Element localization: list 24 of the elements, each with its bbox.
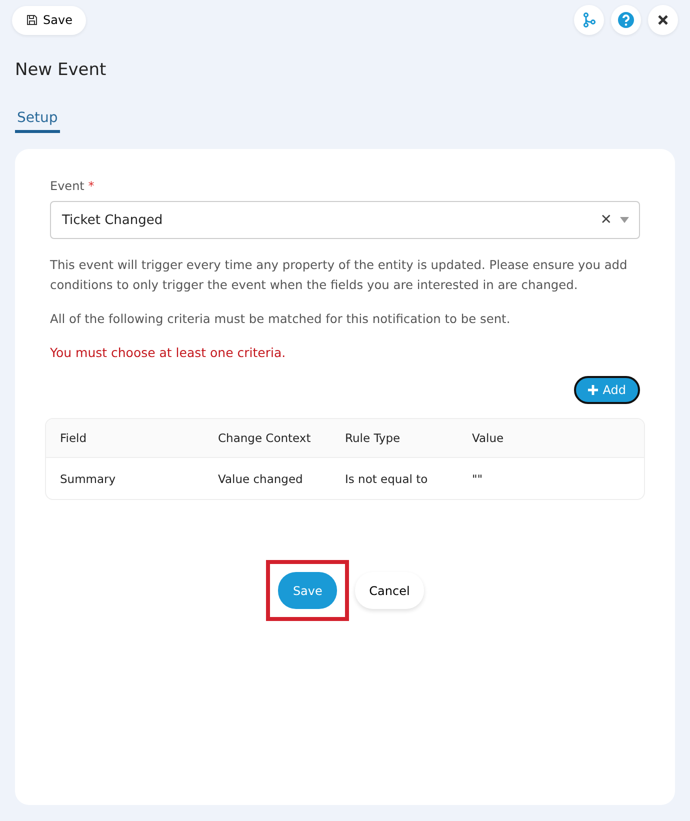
event-select[interactable]: Ticket Changed ✕ xyxy=(50,201,640,239)
table-cell-text: "" xyxy=(472,472,484,486)
dropdown-caret-icon[interactable] xyxy=(620,217,629,223)
criteria-note: All of the following criteria must be matched for this notification to be sent. xyxy=(50,311,512,328)
description-text: This event will trigger every time any property of the entity is updated. Please ensure you add conditions to only trigger the event when the fields you are interested in are changed. xyxy=(50,257,628,294)
clear-icon[interactable]: ✕ xyxy=(600,212,612,228)
help-icon[interactable] xyxy=(611,5,641,35)
branch-icon[interactable] xyxy=(574,5,604,35)
page-title: New Event xyxy=(15,60,108,80)
table-cell-text: Summary xyxy=(60,472,117,486)
cancel-button[interactable]: Cancel xyxy=(355,572,424,609)
column-header: Rule Type xyxy=(345,431,402,445)
column-header: Change Context xyxy=(218,431,312,445)
table-cell-text: Value changed xyxy=(218,472,304,486)
column-header: Value xyxy=(472,431,505,445)
save-button[interactable]: Save xyxy=(12,6,86,34)
table-cell-text: Is not equal to xyxy=(345,472,429,486)
required-mark: * xyxy=(88,179,94,193)
field-label: Event xyxy=(50,179,84,193)
column-header: Field xyxy=(60,431,88,445)
close-icon[interactable] xyxy=(648,5,678,35)
error-message: You must choose at least one criteria. xyxy=(50,345,287,360)
plus-icon xyxy=(588,385,598,395)
tab[interactable]: Setup xyxy=(15,110,60,133)
